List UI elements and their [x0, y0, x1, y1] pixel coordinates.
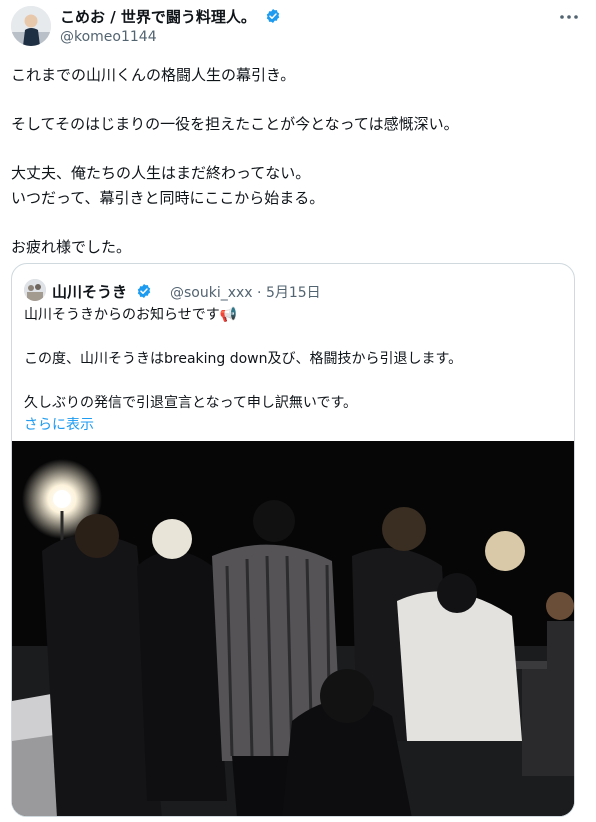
quoted-text-line: 山川そうきからのお知らせです📢	[24, 307, 238, 323]
tweet-text-line: 大丈夫、俺たちの人生はまだ終わってない。	[11, 164, 311, 182]
quoted-tweet[interactable]: 山川そうき @souki_xxx · 5月15日 山川そうきからのお知らせです📢…	[11, 263, 575, 817]
tweet-text-line: これまでの山川くんの格闘人生の幕引き。	[11, 66, 296, 84]
quoted-author-name-text: 山川そうき	[52, 283, 128, 301]
quoted-avatar-image	[24, 279, 46, 301]
author-name[interactable]: こめお / 世界で闘う料理人。	[60, 6, 281, 27]
quoted-avatar	[24, 279, 46, 301]
verified-badge-icon	[138, 284, 151, 298]
author-avatar[interactable]	[11, 6, 51, 46]
tweet: こめお / 世界で闘う料理人。 @komeo1144 これまでの山川くんの格闘人…	[0, 0, 596, 822]
quoted-text-line: 久しぶりの発信で引退宣言となって申し訳無いです。	[24, 395, 358, 411]
quoted-text: 山川そうきからのお知らせです📢 この度、山川そうきはbreaking down及…	[24, 304, 564, 436]
author-avatar-image	[11, 6, 51, 46]
media-photo-illustration	[12, 441, 574, 816]
more-options-icon[interactable]	[558, 9, 580, 25]
tweet-text-line: いつだって、幕引きと同時にここから始まる。	[11, 189, 325, 207]
show-more-link[interactable]: さらに表示	[24, 414, 564, 436]
quoted-date[interactable]: 5月15日	[266, 285, 321, 301]
tweet-text-line: そしてそのはじまりの一役を担えたことが今となっては感慨深い。	[11, 115, 459, 133]
author-handle[interactable]: @komeo1144	[60, 29, 157, 45]
tweet-text: これまでの山川くんの格闘人生の幕引き。 そしてそのはじまりの一役を担えたことが今…	[11, 63, 581, 260]
quoted-text-line: この度、山川そうきはbreaking down及び、格闘技から引退します。	[24, 351, 463, 367]
tweet-text-line: お疲れ様でした。	[11, 238, 132, 256]
quoted-handle: @souki_xxx	[170, 285, 253, 301]
quoted-meta: @souki_xxx · 5月15日	[170, 282, 321, 302]
author-name-text: こめお / 世界で闘う料理人。	[60, 8, 256, 26]
quoted-media-photo[interactable]	[12, 441, 574, 816]
quoted-author-name[interactable]: 山川そうき	[52, 281, 152, 302]
verified-badge-icon	[266, 9, 280, 23]
meta-separator: ·	[257, 285, 262, 301]
